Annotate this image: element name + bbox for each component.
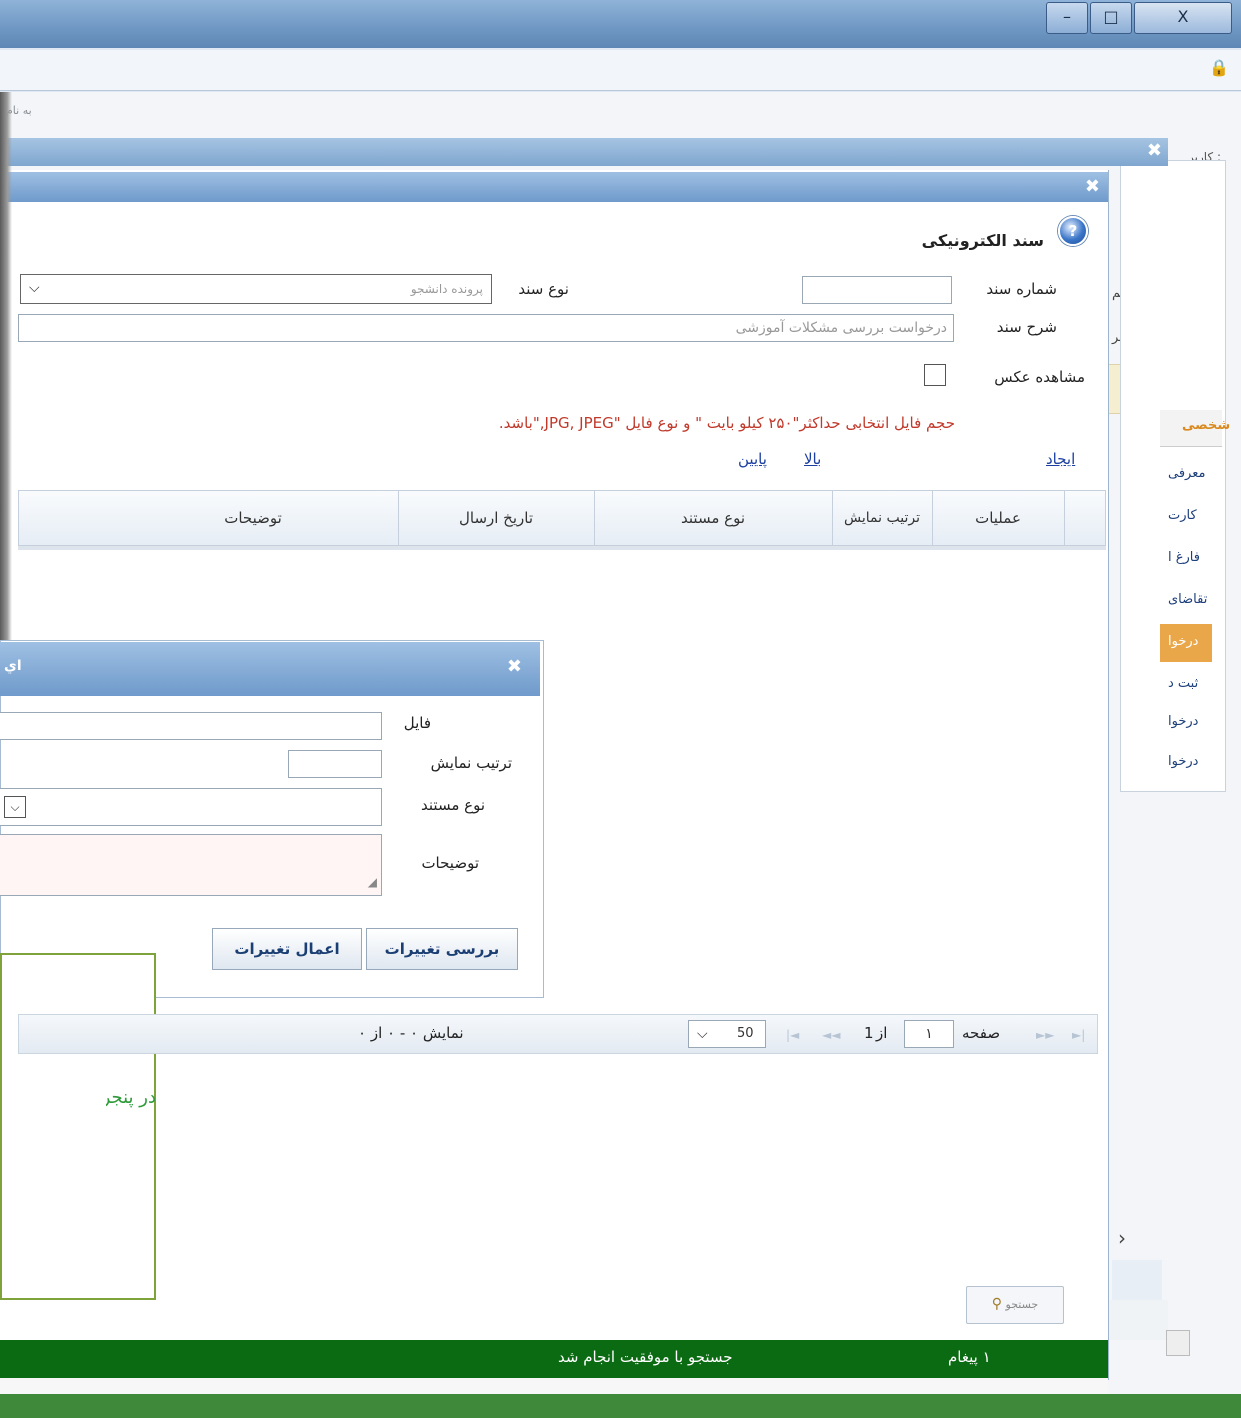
chevron-down-icon[interactable]: ⌵ [29, 275, 40, 301]
show-photo-checkbox[interactable] [924, 364, 946, 386]
binoculars-icon: ⚲ [991, 1296, 1003, 1312]
sidebar-item-label: درخوا [1168, 634, 1199, 649]
last-page-icon[interactable]: ►| [1072, 1028, 1085, 1042]
chevron-right-icon[interactable]: › [1118, 1226, 1126, 1250]
column-header-operations[interactable]: عملیات [932, 491, 1064, 545]
description-label: توضیحات [421, 854, 479, 872]
status-message: جستجو با موفقیت انجام شد [558, 1348, 733, 1366]
move-up-link[interactable]: بالا [804, 450, 821, 468]
doc-desc-input[interactable]: درخواست بررسی مشکلات آموزشی [18, 314, 954, 342]
instruction-callout: در پنجر [0, 953, 156, 1300]
search-button[interactable]: ⚲ جستجو [966, 1286, 1064, 1324]
sidebar-item[interactable]: معرفی [1168, 466, 1235, 481]
close-window-button[interactable]: X [1134, 2, 1232, 34]
lock-icon: 🔒 [1209, 58, 1229, 77]
help-icon[interactable]: ? [1058, 216, 1088, 246]
description-textarea[interactable]: ◢ [0, 834, 382, 896]
dialog-title: سند الکترونیکی [921, 231, 1044, 250]
bg-panel [1112, 1260, 1162, 1300]
doc-type-select[interactable]: پرونده دانشجو ⌵ [20, 274, 492, 304]
sidebar-item[interactable]: درخوا [1168, 754, 1235, 769]
display-range-text: نمایش ۰ - ۰ از ۰ [358, 1024, 464, 1042]
doc-desc-value: درخواست بررسی مشکلات آموزشی [735, 320, 947, 336]
next-page-icon[interactable]: ►► [1036, 1028, 1054, 1042]
doctype-label: نوع مستند [421, 796, 485, 814]
show-photo-label: مشاهده عکس [994, 368, 1085, 386]
check-changes-button[interactable]: بررسی تغییرات [366, 928, 518, 970]
doc-desc-label: شرح سند [996, 318, 1057, 336]
file-label: فایل [403, 714, 431, 732]
sidebar-item-personal[interactable]: شخصی [1182, 418, 1235, 433]
column-header-doctype[interactable]: نوع مستند [594, 491, 832, 545]
page-size-value: 50 [737, 1026, 754, 1041]
page-number-input[interactable]: ۱ [904, 1020, 954, 1048]
bg-icon [1166, 1330, 1190, 1356]
table-divider [18, 546, 1106, 550]
chevron-down-icon[interactable]: ⌵ [697, 1021, 708, 1047]
move-down-link[interactable]: پایین [738, 450, 767, 468]
column-header-description[interactable]: توضیحات [18, 491, 398, 545]
divider [0, 1378, 1108, 1394]
address-bar[interactable]: 🔒 [0, 50, 1241, 91]
order-input[interactable] [288, 750, 382, 778]
edit-dialog-header: اي ✖ [0, 642, 540, 696]
prev-page-icon[interactable]: ◄◄ [822, 1028, 840, 1042]
apply-changes-button[interactable]: اعمال تغییرات [212, 928, 362, 970]
status-bar: ۱ پیغام جستجو با موفقیت انجام شد [0, 1340, 1108, 1378]
sidebar-item[interactable]: کارت [1168, 508, 1235, 523]
dialog-header: ✖ [0, 172, 1108, 202]
sidebar-item[interactable]: تقاضای [1168, 592, 1235, 607]
divider [832, 491, 833, 545]
callout-text: در پنجر [106, 1087, 156, 1108]
of-label: از [876, 1024, 888, 1042]
doctype-select[interactable]: ⌵ [0, 788, 382, 826]
column-header-order[interactable]: ترتیب نمایش [838, 491, 926, 545]
close-icon: X [1177, 7, 1189, 26]
chevron-down-icon[interactable]: ⌵ [4, 796, 26, 818]
create-link[interactable]: ایجاد [1046, 450, 1075, 468]
close-icon[interactable]: ✖ [1085, 176, 1100, 197]
doc-number-label: شماره سند [986, 280, 1057, 298]
doc-type-value: پرونده دانشجو [410, 282, 483, 296]
edit-dialog-title: اي [4, 658, 22, 674]
minimize-button[interactable]: – [1046, 2, 1088, 34]
order-label: ترتیب نمایش [430, 754, 512, 772]
bg-panel [1108, 1300, 1168, 1340]
file-size-warning: حجم فایل انتخابی حداکثر"۲۵۰ کیلو بایت " … [498, 414, 955, 432]
outer-dialog-header: ✖ [0, 138, 1168, 166]
sidebar-item-active[interactable]: درخوا [1160, 624, 1212, 662]
message-count: ۱ پیغام [948, 1348, 991, 1366]
search-button-label: جستجو [1005, 1298, 1039, 1311]
total-pages: 1 [864, 1024, 874, 1042]
maximize-icon: □ [1103, 7, 1119, 26]
resize-handle-icon[interactable]: ◢ [368, 869, 377, 895]
bg-status-bar [0, 1394, 1241, 1418]
minimize-icon: – [1063, 7, 1071, 26]
divider [1064, 491, 1065, 545]
maximize-button[interactable]: □ [1090, 2, 1132, 34]
column-header-date[interactable]: تاریخ ارسال [398, 491, 594, 545]
doc-type-label: نوع سند [518, 280, 569, 298]
page-label: صفحه [962, 1024, 1001, 1042]
close-icon[interactable]: ✖ [507, 656, 522, 677]
sidebar-item[interactable]: درخوا [1168, 714, 1235, 729]
close-icon[interactable]: ✖ [1147, 140, 1162, 161]
page-size-select[interactable]: 50 ⌵ [688, 1020, 766, 1048]
sidebar-item[interactable]: فارغ ا [1168, 550, 1235, 565]
first-page-icon[interactable]: |◄ [786, 1028, 799, 1042]
sidebar-item[interactable]: ثبت د [1168, 676, 1235, 691]
page-number-value: ۱ [925, 1026, 933, 1042]
file-input[interactable] [0, 712, 382, 740]
doc-number-input[interactable] [802, 276, 952, 304]
